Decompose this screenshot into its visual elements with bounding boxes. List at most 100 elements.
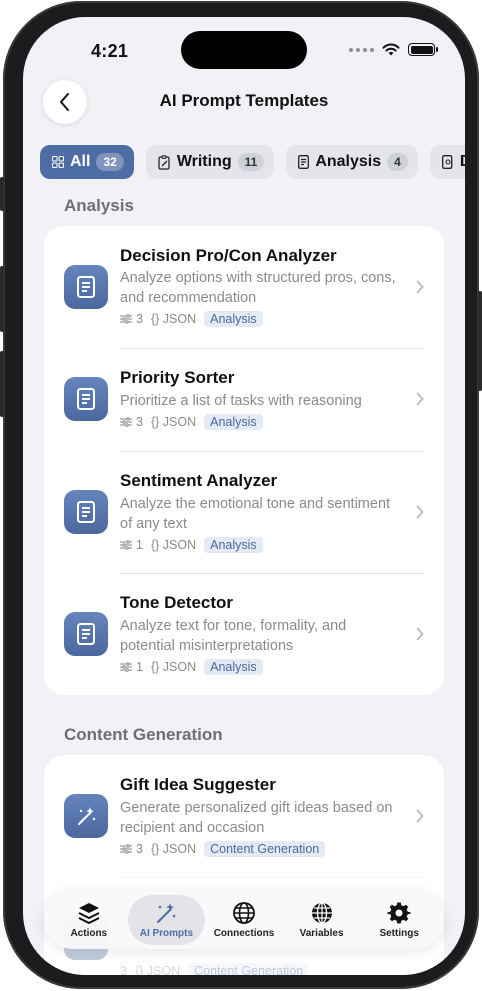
template-description: Prioritize a list of tasks with reasonin… — [120, 393, 362, 409]
status-time: 4:21 — [91, 41, 129, 61]
variables-value: 1 — [136, 538, 143, 552]
tab-label: AI Prompts — [139, 928, 194, 939]
variables-value: 1 — [136, 660, 143, 674]
variables-count: 3 — [120, 842, 143, 856]
gear-icon — [387, 902, 411, 924]
dynamic-island — [181, 31, 307, 69]
chip-label: All — [70, 153, 91, 170]
device-frame: 4:21 AI Prompt Templates All 32 Writing … — [0, 1, 482, 989]
action-button — [0, 177, 4, 211]
category-tag: Analysis — [204, 311, 263, 327]
section-title-content-generation: Content Generation — [64, 725, 223, 744]
tab-bar: Actions AI Prompts Connections Variables… — [44, 891, 444, 949]
template-meta: 1 {} JSON Analysis — [120, 537, 263, 553]
filter-chips: All 32 Writing 11 Analysis 4 — [40, 145, 465, 179]
template-description: Generate personalized gift ideas based o… — [120, 800, 393, 836]
document-icon — [64, 490, 108, 534]
volume-up-button — [0, 266, 4, 332]
grid-icon — [52, 156, 64, 168]
category-tag: Analysis — [204, 537, 263, 553]
variables-count: 1 — [120, 660, 143, 674]
chip-count: 32 — [96, 153, 124, 171]
format-label: {} JSON — [150, 660, 197, 674]
format-label: {} JSON — [134, 964, 181, 975]
tab-settings[interactable]: Settings — [360, 895, 438, 945]
tab-label: Connections — [213, 928, 275, 939]
chip-analysis[interactable]: Analysis 4 — [286, 145, 418, 179]
tab-label: Settings — [379, 928, 419, 939]
page-title: AI Prompt Templates — [159, 91, 329, 110]
template-row[interactable]: Sentiment Analyzer Analyze the emotional… — [44, 451, 444, 573]
chip-count: 11 — [237, 153, 265, 171]
category-tag: Analysis — [204, 659, 263, 675]
document-icon — [298, 155, 310, 169]
template-row[interactable]: Priority Sorter Prioritize a list of tas… — [44, 348, 444, 451]
sliders-icon — [120, 540, 132, 550]
chip-more[interactable]: D — [429, 145, 465, 179]
template-title: Sentiment Analyzer — [120, 471, 278, 490]
category-tag: Content Generation — [204, 841, 326, 857]
sliders-icon — [120, 314, 132, 324]
document-icon — [64, 612, 108, 656]
template-row[interactable]: Decision Pro/Con Analyzer Analyze option… — [44, 226, 444, 348]
status-icons — [349, 43, 438, 56]
battery-icon — [408, 43, 438, 56]
variables-value: 3 — [136, 415, 143, 429]
chip-label: D — [460, 153, 465, 171]
variables-value: 3 — [120, 964, 127, 975]
template-description: Analyze the emotional tone and sentiment… — [120, 496, 391, 532]
template-row[interactable]: Tone Detector Analyze text for tone, for… — [44, 573, 444, 695]
chevron-right-icon — [416, 280, 424, 294]
template-meta: 3 {} JSON Content Generation — [120, 841, 326, 857]
category-tag: Analysis — [204, 414, 263, 430]
variables-count: 3 — [120, 964, 127, 975]
template-meta: 3 {} JSON Content Generation — [120, 963, 310, 975]
chip-count: 4 — [387, 153, 408, 171]
screen: 4:21 AI Prompt Templates All 32 Writing … — [23, 17, 465, 975]
tab-actions[interactable]: Actions — [50, 895, 128, 945]
template-title: Tone Detector — [120, 593, 234, 612]
wifi-icon — [382, 43, 400, 56]
power-button — [478, 291, 482, 391]
globe-grid-icon — [311, 902, 332, 924]
format-label: {} JSON — [150, 312, 197, 326]
tab-label: Variables — [299, 928, 344, 939]
tab-connections[interactable]: Connections — [205, 895, 283, 945]
chevron-right-icon — [416, 627, 424, 641]
template-meta: 3 {} JSON Analysis — [120, 414, 263, 430]
chip-writing[interactable]: Writing 11 — [145, 145, 275, 179]
globe-icon — [233, 902, 255, 924]
variables-value: 3 — [136, 842, 143, 856]
variables-count: 3 — [120, 415, 143, 429]
chevron-right-icon — [416, 809, 424, 823]
chip-label: Writing — [176, 153, 232, 170]
template-title: Decision Pro/Con Analyzer — [120, 246, 337, 265]
document-icon — [64, 265, 108, 309]
magic-wand-icon — [157, 903, 176, 923]
document-icon — [64, 377, 108, 421]
section-card-analysis: Decision Pro/Con Analyzer Analyze option… — [44, 226, 444, 695]
sliders-icon — [120, 844, 132, 854]
signal-icon — [349, 47, 374, 52]
magic-wand-icon — [64, 794, 108, 838]
template-description: Analyze text for tone, formality, and po… — [120, 618, 347, 654]
tab-ai-prompts[interactable]: AI Prompts — [127, 895, 206, 945]
format-label: {} JSON — [150, 842, 197, 856]
template-description: Analyze options with structured pros, co… — [120, 270, 396, 306]
template-title: Priority Sorter — [120, 368, 235, 387]
stack-icon — [78, 903, 100, 924]
variables-value: 3 — [136, 312, 143, 326]
category-tag: Content Generation — [188, 963, 310, 975]
tab-variables[interactable]: Variables — [283, 895, 361, 945]
template-row[interactable]: Gift Idea Suggester Generate personalize… — [44, 755, 444, 877]
format-label: {} JSON — [150, 415, 197, 429]
format-label: {} JSON — [150, 538, 197, 552]
volume-down-button — [0, 351, 4, 417]
chip-label: Analysis — [315, 153, 382, 170]
chevron-right-icon — [416, 505, 424, 519]
template-meta: 1 {} JSON Analysis — [120, 659, 263, 675]
chip-all[interactable]: All 32 — [40, 145, 134, 179]
document-search-icon — [441, 155, 453, 169]
section-title-analysis: Analysis — [64, 196, 134, 215]
template-title: Gift Idea Suggester — [120, 775, 276, 794]
